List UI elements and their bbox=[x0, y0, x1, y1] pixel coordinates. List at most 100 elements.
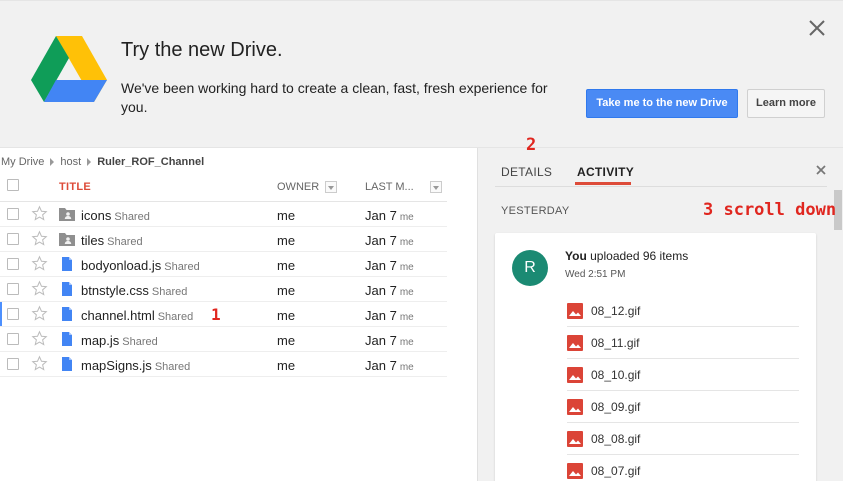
file-owner: me bbox=[277, 333, 296, 348]
file-name[interactable]: tiles Shared bbox=[81, 233, 143, 248]
file-name[interactable]: btnstyle.css Shared bbox=[81, 283, 187, 298]
activity-file-name[interactable]: 08_07.gif bbox=[591, 464, 640, 478]
activity-file-name[interactable]: 08_08.gif bbox=[591, 432, 640, 446]
file-name-text[interactable]: btnstyle.css bbox=[81, 283, 149, 298]
scrollbar-track[interactable] bbox=[831, 188, 843, 481]
activity-date-group: YESTERDAY bbox=[501, 205, 570, 217]
row-checkbox[interactable] bbox=[7, 283, 19, 295]
star-icon[interactable] bbox=[31, 255, 48, 272]
table-row[interactable]: bodyonload.js Shared me Jan 7 me bbox=[0, 252, 447, 277]
activity-file-item[interactable]: 08_08.gif bbox=[567, 423, 799, 455]
star-icon[interactable] bbox=[31, 355, 48, 372]
row-checkbox[interactable] bbox=[7, 358, 19, 370]
column-owner[interactable]: OWNER bbox=[277, 181, 319, 193]
file-name[interactable]: map.js Shared bbox=[81, 333, 158, 348]
modified-by: me bbox=[399, 262, 414, 273]
modified-date: Jan 7 bbox=[365, 358, 397, 373]
annotation-3: 3 scroll down bbox=[703, 200, 837, 220]
activity-file-item[interactable]: 08_10.gif bbox=[567, 359, 799, 391]
activity-actor: You bbox=[565, 249, 587, 263]
shared-label: Shared bbox=[122, 336, 158, 348]
table-row[interactable]: channel.html Shared me Jan 7 me bbox=[0, 302, 447, 327]
row-checkbox[interactable] bbox=[7, 333, 19, 345]
modified-date: Jan 7 bbox=[365, 333, 397, 348]
column-last-modified[interactable]: LAST M... bbox=[365, 181, 414, 193]
activity-file-item[interactable]: 08_07.gif bbox=[567, 455, 799, 481]
file-list-header: TITLE OWNER LAST M... bbox=[0, 175, 447, 202]
star-icon[interactable] bbox=[31, 205, 48, 222]
file-owner: me bbox=[277, 308, 296, 323]
breadcrumb-current-folder[interactable]: Ruler_ROF_Channel bbox=[97, 156, 204, 168]
chevron-right-icon bbox=[87, 158, 92, 167]
file-name-text[interactable]: icons bbox=[81, 208, 111, 223]
file-name[interactable]: icons Shared bbox=[81, 208, 150, 223]
file-modified: Jan 7 me bbox=[365, 333, 414, 348]
file-name[interactable]: mapSigns.js Shared bbox=[81, 358, 190, 373]
table-row[interactable]: icons Shared me Jan 7 me bbox=[0, 202, 447, 227]
breadcrumb-host[interactable]: host bbox=[60, 156, 81, 168]
close-icon[interactable] bbox=[806, 17, 828, 39]
close-pane-icon[interactable] bbox=[814, 163, 828, 177]
image-file-icon bbox=[567, 463, 583, 479]
select-all-checkbox[interactable] bbox=[7, 179, 19, 191]
tab-details[interactable]: DETAILS bbox=[501, 165, 552, 179]
activity-file-name[interactable]: 08_10.gif bbox=[591, 368, 640, 382]
table-row[interactable]: tiles Shared me Jan 7 me bbox=[0, 227, 447, 252]
details-activity-pane: DETAILS ACTIVITY YESTERDAY R You uploade… bbox=[477, 148, 843, 481]
breadcrumb-my-drive[interactable]: My Drive bbox=[1, 156, 44, 168]
activity-timestamp: Wed 2:51 PM bbox=[565, 269, 626, 280]
owner-sort-dropdown-icon[interactable] bbox=[325, 181, 337, 193]
file-modified: Jan 7 me bbox=[365, 208, 414, 223]
image-file-icon bbox=[567, 367, 583, 383]
row-checkbox[interactable] bbox=[7, 258, 19, 270]
file-modified: Jan 7 me bbox=[365, 283, 414, 298]
table-row[interactable]: btnstyle.css Shared me Jan 7 me bbox=[0, 277, 447, 302]
star-icon[interactable] bbox=[31, 305, 48, 322]
star-icon[interactable] bbox=[31, 280, 48, 297]
file-name-text[interactable]: bodyonload.js bbox=[81, 258, 161, 273]
modified-by: me bbox=[399, 212, 414, 223]
activity-file-item[interactable]: 08_12.gif bbox=[567, 295, 799, 327]
activity-summary: You uploaded 96 items bbox=[565, 249, 688, 263]
activity-file-name[interactable]: 08_11.gif bbox=[591, 336, 640, 350]
star-icon[interactable] bbox=[31, 230, 48, 247]
row-checkbox[interactable] bbox=[7, 308, 19, 320]
learn-more-button[interactable]: Learn more bbox=[747, 89, 825, 118]
file-name[interactable]: channel.html Shared bbox=[81, 308, 193, 323]
file-owner: me bbox=[277, 358, 296, 373]
row-checkbox[interactable] bbox=[7, 208, 19, 220]
modified-by: me bbox=[399, 337, 414, 348]
image-file-icon bbox=[567, 431, 583, 447]
activity-file-item[interactable]: 08_11.gif bbox=[567, 327, 799, 359]
table-row[interactable]: map.js Shared me Jan 7 me bbox=[0, 327, 447, 352]
document-icon bbox=[62, 307, 72, 321]
divider bbox=[495, 186, 827, 187]
file-name[interactable]: bodyonload.js Shared bbox=[81, 258, 200, 273]
modified-date: Jan 7 bbox=[365, 308, 397, 323]
modified-by: me bbox=[399, 312, 414, 323]
shared-label: Shared bbox=[114, 211, 150, 223]
shared-label: Shared bbox=[164, 261, 200, 273]
shared-folder-icon bbox=[59, 233, 75, 246]
file-name-text[interactable]: tiles bbox=[81, 233, 104, 248]
star-icon[interactable] bbox=[31, 330, 48, 347]
column-title[interactable]: TITLE bbox=[59, 181, 91, 193]
modified-date: Jan 7 bbox=[365, 258, 397, 273]
file-name-text[interactable]: mapSigns.js bbox=[81, 358, 152, 373]
try-new-drive-button[interactable]: Take me to the new Drive bbox=[586, 89, 738, 118]
promo-description: We've been working hard to create a clea… bbox=[121, 80, 548, 115]
table-row[interactable]: mapSigns.js Shared me Jan 7 me bbox=[0, 352, 447, 377]
tab-activity[interactable]: ACTIVITY bbox=[577, 165, 634, 179]
row-checkbox[interactable] bbox=[7, 233, 19, 245]
file-modified: Jan 7 me bbox=[365, 233, 414, 248]
activity-file-name[interactable]: 08_09.gif bbox=[591, 400, 640, 414]
file-name-text[interactable]: channel.html bbox=[81, 308, 155, 323]
document-icon bbox=[62, 332, 72, 346]
google-drive-logo-icon bbox=[31, 36, 107, 102]
file-name-text[interactable]: map.js bbox=[81, 333, 119, 348]
modified-date: Jan 7 bbox=[365, 283, 397, 298]
activity-file-item[interactable]: 08_09.gif bbox=[567, 391, 799, 423]
activity-file-name[interactable]: 08_12.gif bbox=[591, 304, 640, 318]
activity-action: uploaded 96 items bbox=[590, 249, 689, 263]
modified-sort-dropdown-icon[interactable] bbox=[430, 181, 442, 193]
